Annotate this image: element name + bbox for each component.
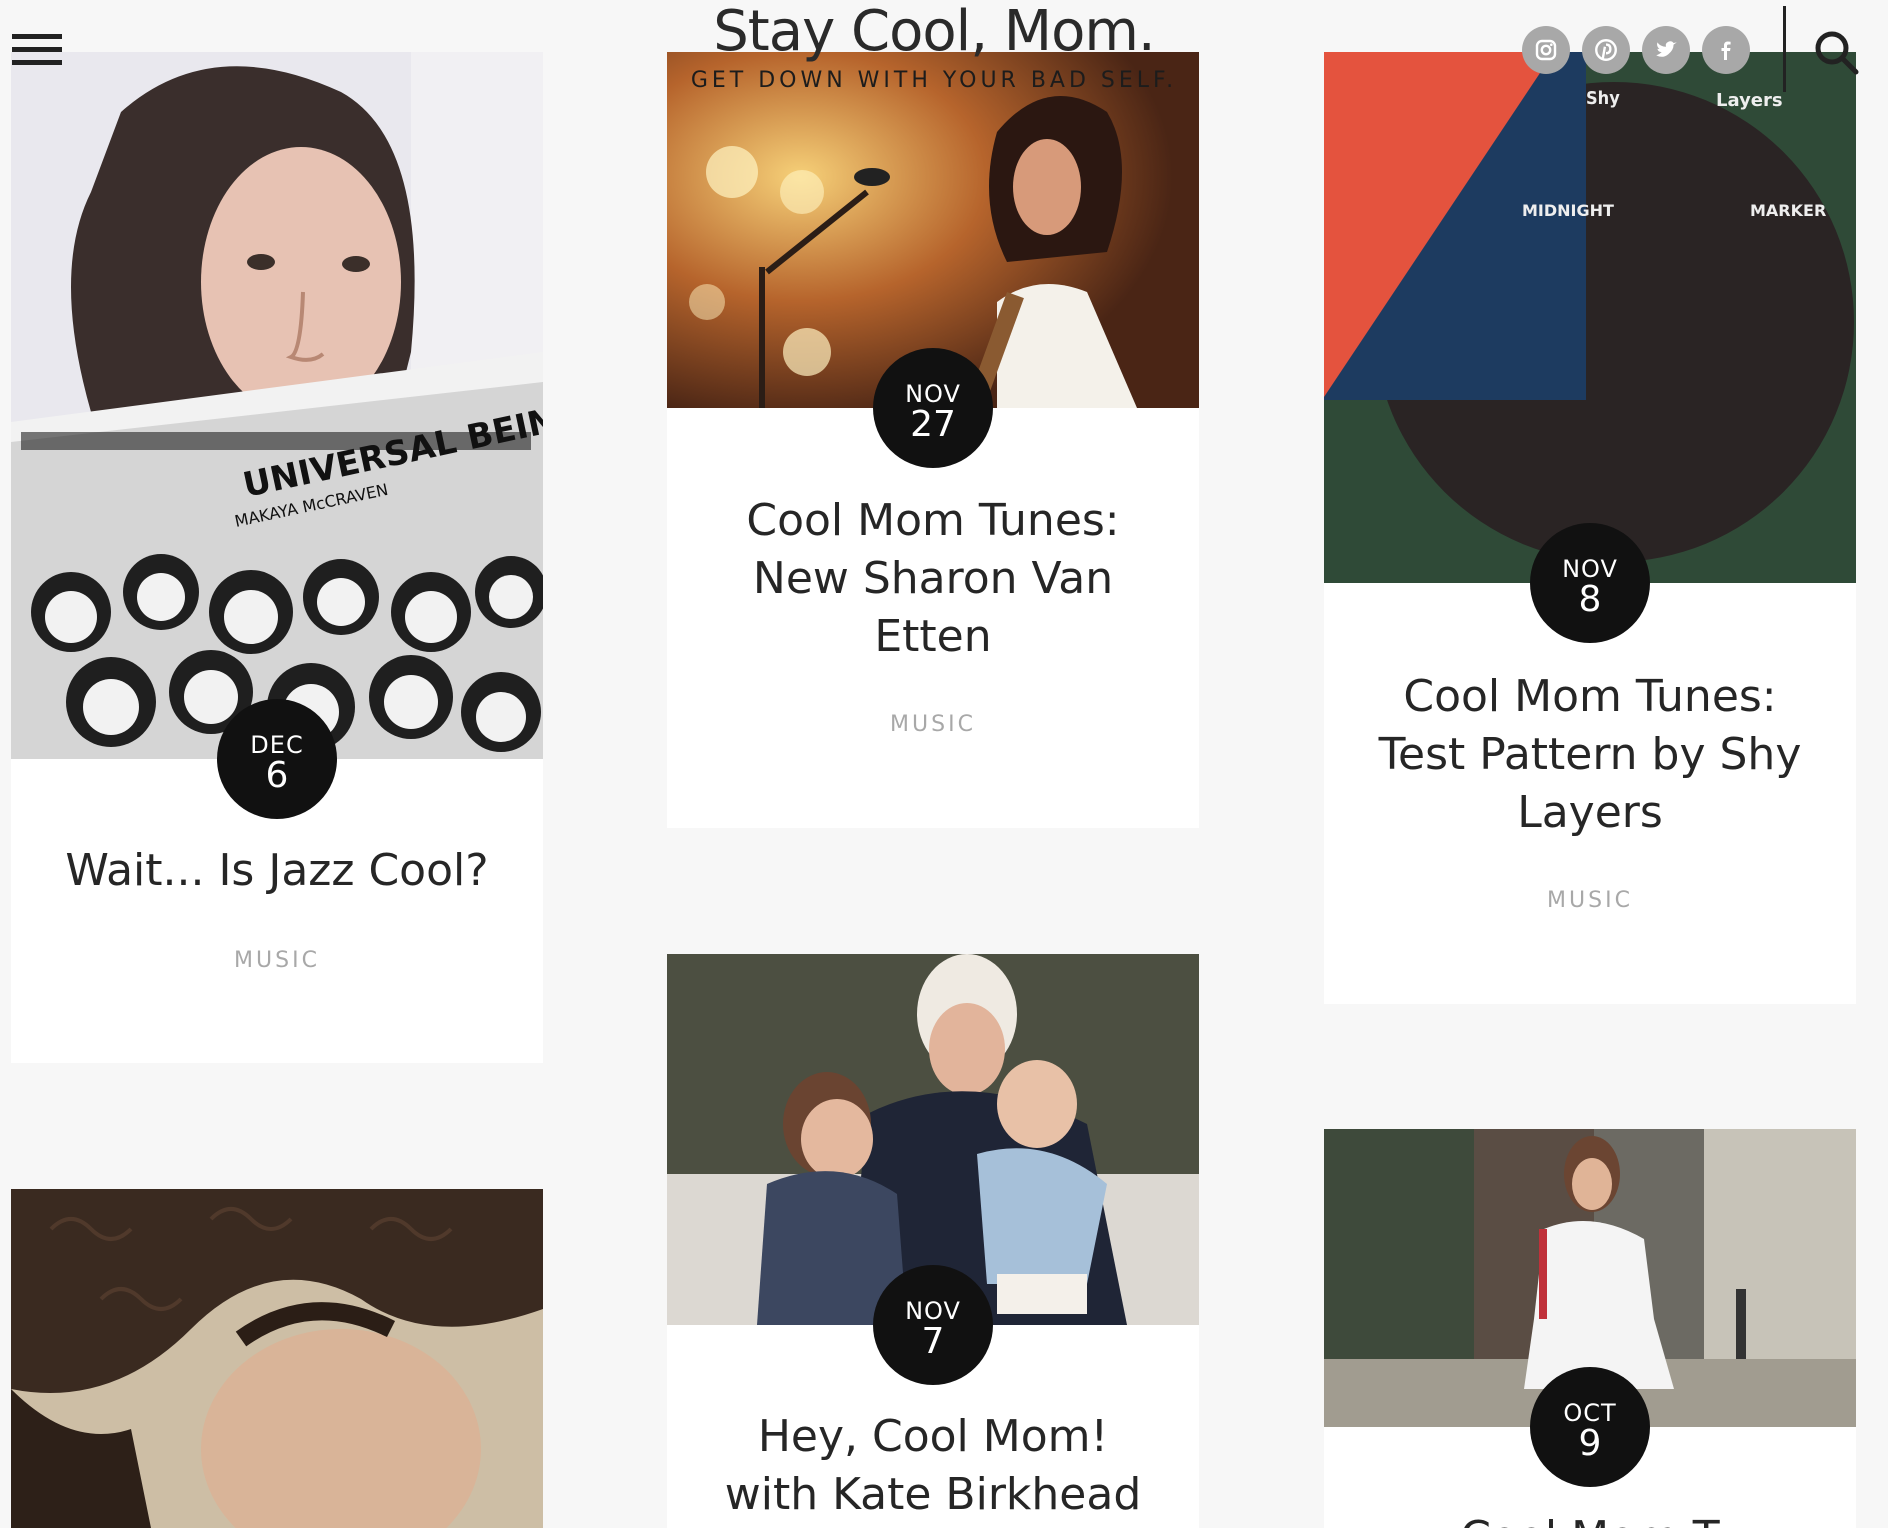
jazz-photo: UNIVERSAL BEINGS MAKAYA McCRAVEN: [11, 52, 543, 759]
pinterest-glyph: [1595, 39, 1617, 61]
instagram-glyph: [1535, 39, 1557, 61]
post-card-oct-9[interactable]: OCT 9 Cool Mom T: [1324, 1129, 1856, 1528]
date-day: 9: [1578, 1423, 1602, 1464]
date-day: 27: [910, 404, 956, 445]
search-glyph: [1815, 31, 1859, 75]
date-badge[interactable]: OCT 9: [1530, 1367, 1650, 1487]
pinterest-icon[interactable]: [1582, 26, 1630, 74]
date-day: 7: [921, 1321, 945, 1362]
post-image-jazz[interactable]: UNIVERSAL BEINGS MAKAYA McCRAVEN: [11, 52, 543, 759]
social-links: [1522, 26, 1750, 74]
menu-line: [12, 34, 62, 39]
post-title[interactable]: Cool Mom Tunes: Test Pattern by Shy Laye…: [1364, 668, 1816, 842]
facebook-glyph: [1721, 41, 1731, 60]
twitter-icon[interactable]: [1642, 26, 1690, 74]
date-day: 6: [265, 755, 289, 796]
menu-line: [12, 60, 62, 65]
facebook-icon[interactable]: [1702, 26, 1750, 74]
site-branding[interactable]: Stay Cool, Mom. GET DOWN WITH YOUR BAD S…: [634, 0, 1234, 93]
search-icon[interactable]: [1812, 28, 1860, 76]
post-category[interactable]: MUSIC: [11, 948, 543, 973]
page: UNIVERSAL BEINGS MAKAYA McCRAVEN DEC 6 W…: [0, 0, 1888, 1528]
date-badge[interactable]: DEC 6: [217, 699, 337, 819]
album-art-shy-layers: Shy Layers MIDNIGHT MARKER: [1324, 52, 1856, 583]
twitter-glyph: [1656, 41, 1677, 57]
post-title[interactable]: Cool Mom Tunes: New Sharon Van Etten: [707, 492, 1159, 666]
date-day: 8: [1578, 579, 1602, 620]
instagram-icon[interactable]: [1522, 26, 1570, 74]
header-divider: [1783, 6, 1786, 92]
menu-line: [12, 47, 62, 52]
album-word: MIDNIGHT: [1522, 201, 1614, 220]
album-word: MARKER: [1750, 201, 1826, 220]
post-card-jazz[interactable]: UNIVERSAL BEINGS MAKAYA McCRAVEN DEC 6 W…: [11, 52, 543, 1063]
post-image-curly-hair[interactable]: [11, 1189, 543, 1528]
post-title[interactable]: Hey, Cool Mom! with Kate Birkhead: [707, 1408, 1159, 1524]
post-title[interactable]: Wait... Is Jazz Cool?: [31, 842, 523, 900]
post-category[interactable]: MUSIC: [1324, 888, 1856, 913]
curly-hair-photo: [11, 1189, 543, 1528]
post-card-shy-layers[interactable]: Shy Layers MIDNIGHT MARKER NOV 8 Cool Mo…: [1324, 52, 1856, 1004]
album-word: Layers: [1716, 90, 1783, 111]
post-category[interactable]: MUSIC: [667, 712, 1199, 737]
date-badge[interactable]: NOV 7: [873, 1265, 993, 1385]
post-title[interactable]: Cool Mom T: [1364, 1509, 1816, 1528]
hamburger-menu-icon[interactable]: [12, 30, 62, 70]
album-word: Shy: [1586, 88, 1620, 109]
site-title[interactable]: Stay Cool, Mom.: [634, 0, 1234, 64]
date-badge[interactable]: NOV 8: [1530, 523, 1650, 643]
date-badge[interactable]: NOV 27: [873, 348, 993, 468]
post-card-kate-birkhead[interactable]: NOV 7 Hey, Cool Mom! with Kate Birkhead: [667, 954, 1199, 1528]
post-card-sharon-van-etten[interactable]: NOV 27 Cool Mom Tunes: New Sharon Van Et…: [667, 52, 1199, 828]
post-image-shy-layers[interactable]: Shy Layers MIDNIGHT MARKER: [1324, 52, 1856, 583]
post-card-curly-hair[interactable]: [11, 1189, 543, 1528]
site-tagline: GET DOWN WITH YOUR BAD SELF.: [690, 68, 1178, 93]
